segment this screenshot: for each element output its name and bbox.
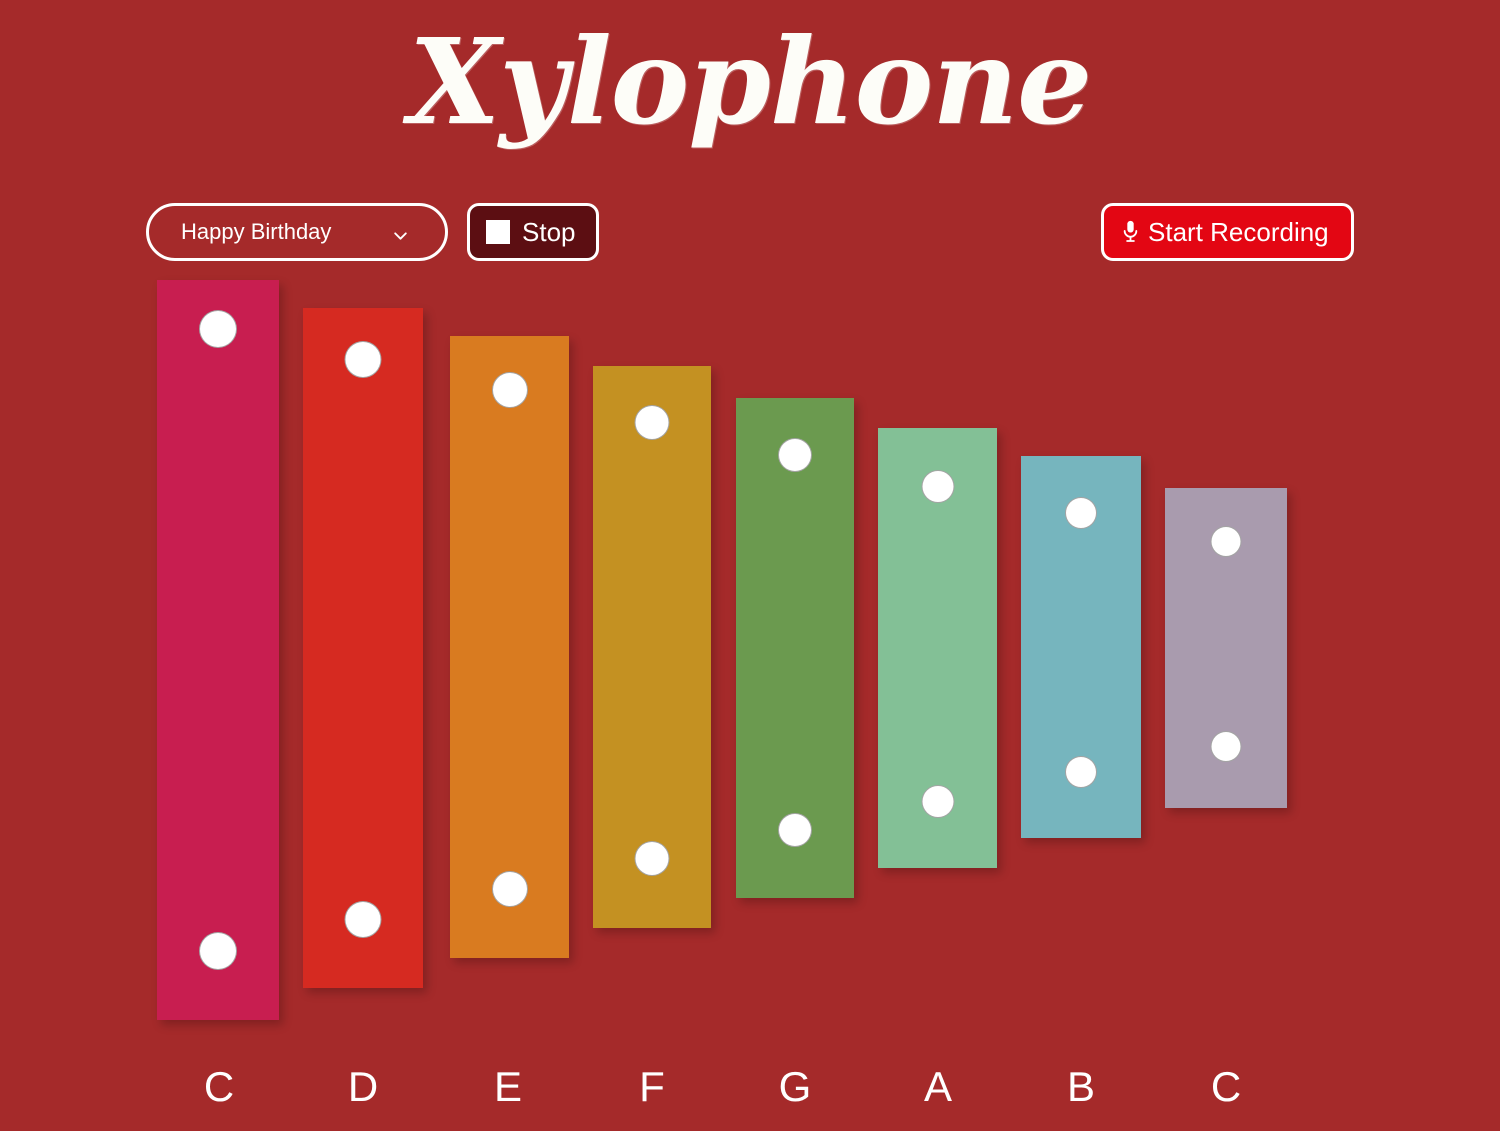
key-hole-bottom-icon [491, 871, 528, 907]
key-hole-top-icon [1065, 497, 1097, 529]
xylophone-key-d-2[interactable] [303, 308, 423, 988]
key-hole-top-icon [921, 470, 954, 503]
note-label-6: A [923, 1063, 953, 1110]
key-hole-bottom-icon [199, 932, 237, 970]
xylophone-keyboard: CDEFGABC [0, 0, 1500, 1131]
note-label-2: D [347, 1063, 379, 1110]
xylophone-key-g-5[interactable] [736, 398, 854, 898]
xylophone-key-c-8[interactable] [1165, 488, 1287, 808]
key-hole-bottom-icon [921, 785, 954, 818]
key-hole-top-icon [634, 405, 670, 440]
key-hole-top-icon [199, 310, 237, 348]
key-hole-bottom-icon [1065, 756, 1097, 788]
note-label-8: C [1210, 1063, 1242, 1110]
note-label-7: B [1066, 1063, 1096, 1110]
note-label-4: F [639, 1063, 665, 1110]
key-hole-bottom-icon [1210, 731, 1242, 762]
key-hole-top-icon [1210, 526, 1242, 557]
key-hole-bottom-icon [344, 901, 382, 938]
key-hole-top-icon [491, 372, 528, 408]
key-hole-bottom-icon [634, 841, 670, 876]
xylophone-key-b-7[interactable] [1021, 456, 1141, 838]
xylophone-key-e-3[interactable] [450, 336, 569, 958]
xylophone-key-f-4[interactable] [593, 366, 711, 928]
xylophone-key-a-6[interactable] [878, 428, 997, 868]
key-hole-top-icon [344, 341, 382, 378]
note-label-1: C [203, 1063, 235, 1110]
note-label-5: G [778, 1063, 812, 1110]
key-hole-top-icon [778, 438, 812, 472]
key-hole-bottom-icon [778, 813, 812, 847]
xylophone-key-c-1[interactable] [157, 280, 279, 1020]
note-label-3: E [493, 1063, 523, 1110]
